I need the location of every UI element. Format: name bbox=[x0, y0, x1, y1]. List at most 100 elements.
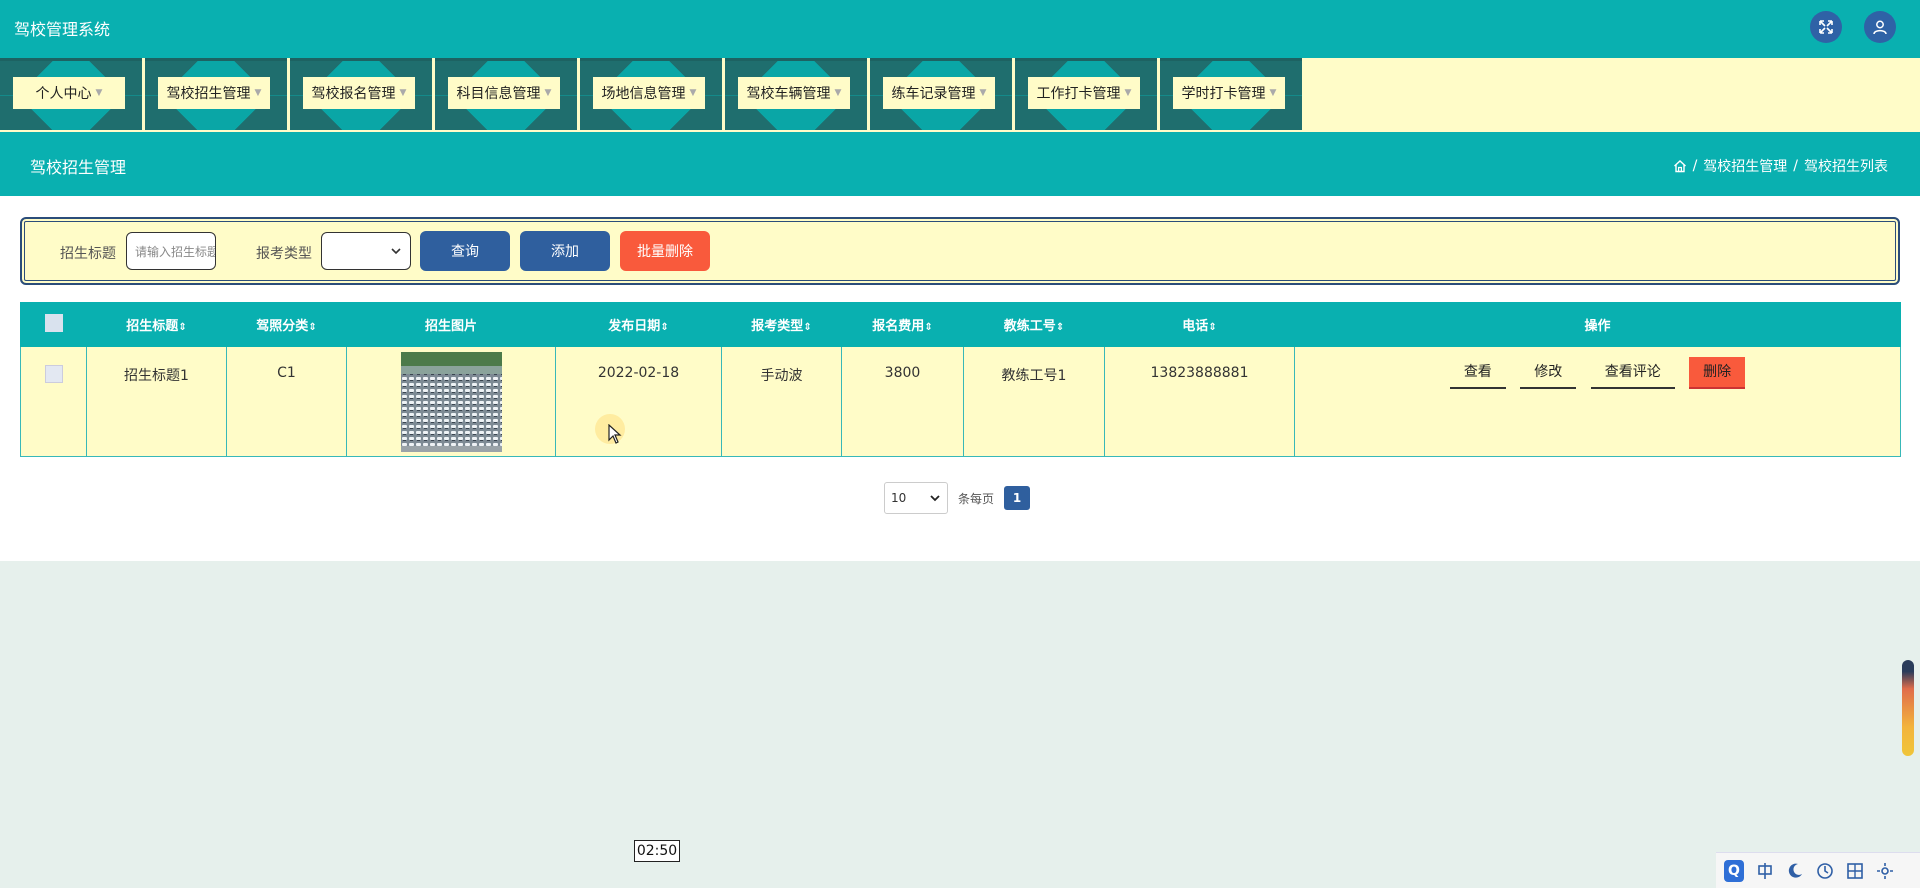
table-header-row: 招生标题⇕ 驾照分类⇕ 招生图片 发布日期⇕ 报考类型⇕ 报名费用⇕ 教练工号⇕… bbox=[20, 302, 1901, 347]
menu-item-practice-records[interactable]: 练车记录管理 ▼ bbox=[870, 58, 1012, 130]
per-page-label: 条每页 bbox=[958, 491, 995, 506]
breadcrumb-separator: / bbox=[1793, 158, 1798, 174]
cell-coach: 教练工号1 bbox=[963, 346, 1105, 457]
page-size-select[interactable]: 10 bbox=[884, 482, 948, 514]
caret-down-icon: ▼ bbox=[1269, 88, 1277, 98]
enrollment-table: 招生标题⇕ 驾照分类⇕ 招生图片 发布日期⇕ 报考类型⇕ 报名费用⇕ 教练工号⇕… bbox=[20, 302, 1901, 457]
caret-down-icon: ▼ bbox=[254, 88, 262, 98]
cell-actions: 查看 修改 查看评论 删除 bbox=[1294, 346, 1901, 457]
content-area: 招生标题 请输入招生标题 报考类型 查询 添加 批量删除 招生标题⇕ 驾照分类⇕… bbox=[0, 196, 1920, 561]
select-all-checkbox[interactable] bbox=[44, 313, 63, 332]
menu-item-enrollment[interactable]: 驾校招生管理 ▼ bbox=[145, 58, 287, 130]
menu-item-hours-checkin[interactable]: 学时打卡管理 ▼ bbox=[1160, 58, 1302, 130]
menu-label: 练车记录管理 bbox=[891, 86, 976, 102]
column-header-actions: 操作 bbox=[1294, 302, 1901, 347]
query-button[interactable]: 查询 bbox=[420, 231, 510, 271]
cell-title: 招生标题1 bbox=[86, 346, 227, 457]
menu-item-venues[interactable]: 场地信息管理 ▼ bbox=[580, 58, 722, 130]
chevron-down-icon bbox=[930, 495, 940, 502]
column-header-title[interactable]: 招生标题⇕ bbox=[86, 302, 227, 347]
page-title: 驾校招生管理 bbox=[30, 158, 127, 177]
top-bar: 驾校管理系统 bbox=[0, 0, 1920, 58]
caret-down-icon: ▼ bbox=[544, 88, 552, 98]
type-filter-label: 报考类型 bbox=[256, 246, 312, 262]
menu-label: 驾校车辆管理 bbox=[746, 86, 831, 102]
sort-icon: ⇕ bbox=[178, 322, 187, 333]
home-icon[interactable] bbox=[1673, 159, 1687, 173]
menu-item-vehicles[interactable]: 驾校车辆管理 ▼ bbox=[725, 58, 867, 130]
app-title: 驾校管理系统 bbox=[14, 20, 111, 39]
scroll-indicator[interactable] bbox=[1902, 660, 1914, 756]
caret-down-icon: ▼ bbox=[834, 88, 842, 98]
menu-label: 工作打卡管理 bbox=[1036, 86, 1121, 102]
column-header-coach[interactable]: 教练工号⇕ bbox=[963, 302, 1105, 347]
clock-icon[interactable] bbox=[1816, 862, 1834, 880]
caret-down-icon: ▼ bbox=[95, 88, 103, 98]
column-header-date[interactable]: 发布日期⇕ bbox=[555, 302, 722, 347]
menu-label: 学时打卡管理 bbox=[1181, 86, 1266, 102]
title-filter-label: 招生标题 bbox=[60, 246, 116, 262]
sort-icon: ⇕ bbox=[660, 322, 669, 333]
delete-button[interactable]: 删除 bbox=[1689, 357, 1746, 389]
menu-label: 个人中心 bbox=[35, 86, 92, 102]
column-header-license[interactable]: 驾照分类⇕ bbox=[226, 302, 347, 347]
add-button[interactable]: 添加 bbox=[520, 231, 610, 271]
breadcrumb-separator: / bbox=[1692, 158, 1698, 174]
batch-delete-button[interactable]: 批量删除 bbox=[620, 231, 710, 271]
breadcrumb: / 驾校招生管理 / 驾校招生列表 bbox=[1673, 156, 1888, 176]
column-header-image: 招生图片 bbox=[346, 302, 556, 347]
user-button[interactable] bbox=[1864, 11, 1896, 43]
menu-label: 场地信息管理 bbox=[601, 86, 686, 102]
fullscreen-icon bbox=[1819, 20, 1833, 34]
row-checkbox[interactable] bbox=[44, 365, 63, 383]
caret-down-icon: ▼ bbox=[399, 88, 407, 98]
breadcrumb-item-enrollment[interactable]: 驾校招生管理 bbox=[1703, 156, 1787, 176]
menu-item-registration[interactable]: 驾校报名管理 ▼ bbox=[290, 58, 432, 130]
cell-type: 手动波 bbox=[721, 346, 842, 457]
cell-fee: 3800 bbox=[841, 346, 964, 457]
menu-item-personal-center[interactable]: 个人中心 ▼ bbox=[0, 58, 142, 130]
cell-license: C1 bbox=[226, 346, 347, 457]
page-number-button[interactable]: 1 bbox=[1004, 486, 1031, 510]
main-menu: 个人中心 ▼ 驾校招生管理 ▼ 驾校报名管理 ▼ 科目信息管理 ▼ 场地信息管理 ▼ 驾校… bbox=[0, 58, 1920, 132]
chevron-down-icon bbox=[391, 248, 401, 255]
caret-down-icon: ▼ bbox=[689, 88, 697, 98]
column-header-fee[interactable]: 报名费用⇕ bbox=[841, 302, 964, 347]
page-size-value: 10 bbox=[891, 491, 907, 505]
grid-icon[interactable] bbox=[1846, 862, 1864, 880]
menu-item-work-checkin[interactable]: 工作打卡管理 ▼ bbox=[1015, 58, 1157, 130]
mouse-pointer-icon bbox=[608, 424, 622, 444]
title-search-input[interactable]: 请输入招生标题 bbox=[126, 232, 216, 270]
input-method-icon[interactable] bbox=[1756, 862, 1774, 880]
edit-button[interactable]: 修改 bbox=[1520, 357, 1577, 389]
cell-phone: 13823888881 bbox=[1104, 346, 1295, 457]
taskbar-tray: Q bbox=[1716, 852, 1920, 888]
column-header-type[interactable]: 报考类型⇕ bbox=[721, 302, 842, 347]
sort-icon: ⇕ bbox=[924, 322, 933, 333]
cell-date: 2022-02-18 bbox=[555, 346, 722, 457]
caret-down-icon: ▼ bbox=[1124, 88, 1132, 98]
time-indicator: 02:50 bbox=[634, 840, 680, 862]
caret-down-icon: ▼ bbox=[979, 88, 987, 98]
app-q-icon[interactable]: Q bbox=[1724, 859, 1744, 882]
fullscreen-button[interactable] bbox=[1810, 11, 1842, 43]
user-icon bbox=[1873, 20, 1887, 35]
menu-item-subjects[interactable]: 科目信息管理 ▼ bbox=[435, 58, 577, 130]
sort-icon: ⇕ bbox=[803, 322, 812, 333]
sort-icon: ⇕ bbox=[1055, 322, 1065, 333]
menu-label: 科目信息管理 bbox=[456, 86, 541, 102]
type-select[interactable] bbox=[321, 232, 411, 270]
column-header-phone[interactable]: 电话⇕ bbox=[1104, 302, 1295, 347]
view-comments-button[interactable]: 查看评论 bbox=[1590, 357, 1675, 389]
menu-label: 驾校报名管理 bbox=[311, 86, 396, 102]
menu-label: 驾校招生管理 bbox=[166, 86, 251, 102]
pagination: 10 条每页 1 bbox=[884, 482, 1031, 514]
moon-icon[interactable] bbox=[1786, 862, 1804, 880]
sort-icon: ⇕ bbox=[1208, 322, 1217, 333]
enrollment-image bbox=[400, 352, 502, 452]
view-button[interactable]: 查看 bbox=[1449, 357, 1506, 389]
page-header: 驾校招生管理 / 驾校招生管理 / 驾校招生列表 bbox=[0, 132, 1920, 196]
breadcrumb-item-list: 驾校招生列表 bbox=[1804, 159, 1888, 175]
search-panel: 招生标题 请输入招生标题 报考类型 查询 添加 批量删除 bbox=[20, 217, 1900, 285]
settings-icon[interactable] bbox=[1876, 862, 1894, 880]
